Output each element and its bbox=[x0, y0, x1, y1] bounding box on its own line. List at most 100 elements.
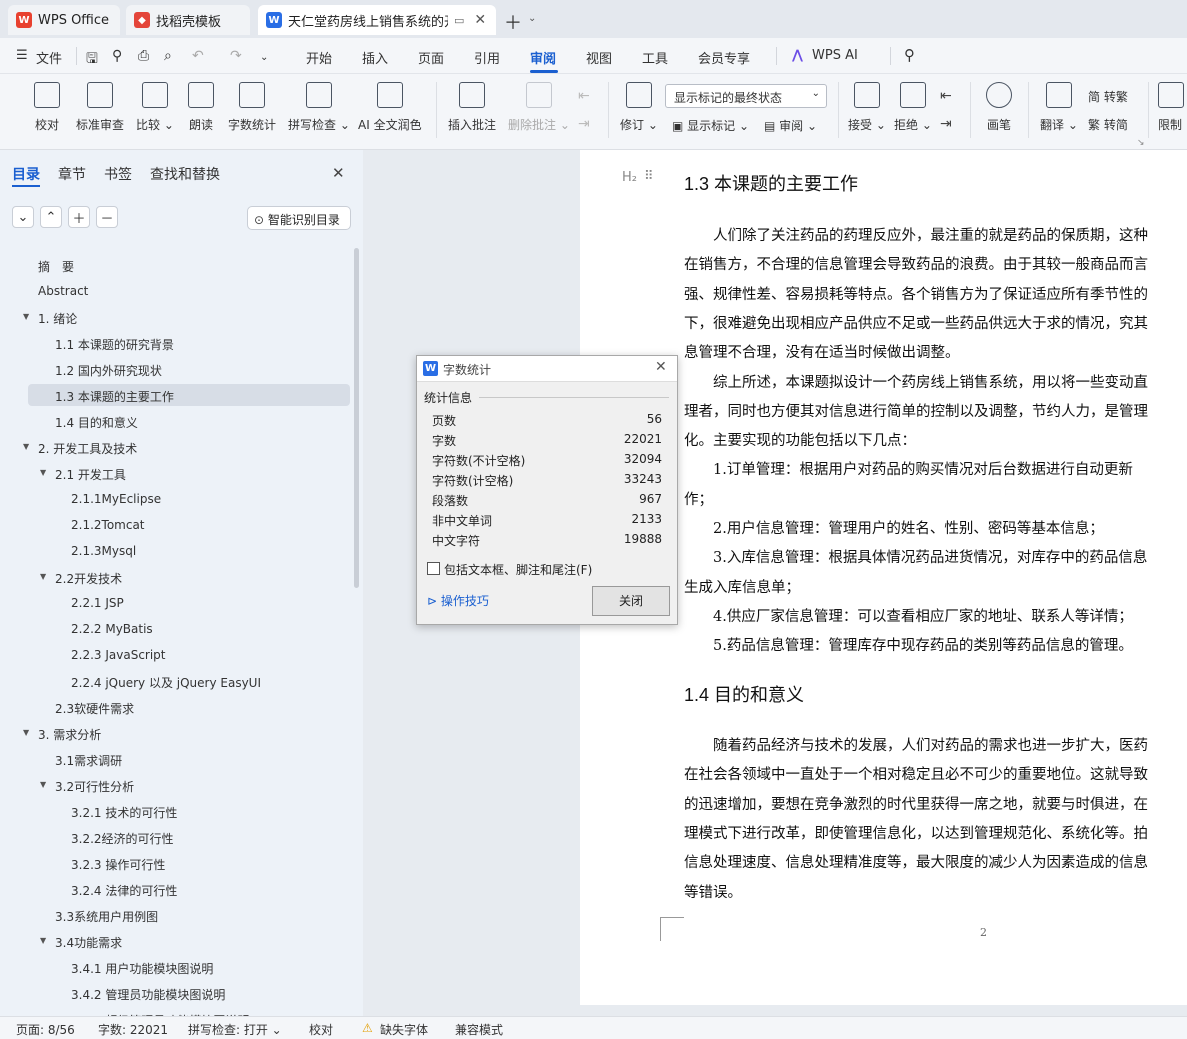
word-count-button[interactable]: 字数统计 bbox=[228, 82, 276, 133]
redo-icon[interactable]: ↷ bbox=[230, 48, 242, 64]
menu-wps-ai[interactable]: WPS AI bbox=[812, 48, 858, 63]
menu-tools[interactable]: 工具 bbox=[642, 48, 668, 67]
toc-item[interactable]: 2.1.2Tomcat bbox=[71, 518, 145, 532]
remove-heading-button[interactable]: － bbox=[96, 206, 118, 228]
pen-button[interactable]: 画笔 bbox=[986, 82, 1012, 133]
tab-docer-templates[interactable]: ◆ 找稻壳模板 bbox=[126, 5, 250, 35]
expand-triangle-icon[interactable]: ▼ bbox=[23, 312, 29, 321]
menu-start[interactable]: 开始 bbox=[306, 48, 332, 67]
toc-item[interactable]: 3.2可行性分析 bbox=[55, 778, 134, 795]
menu-member[interactable]: 会员专享 bbox=[698, 48, 750, 67]
collapse-up-button[interactable]: ⌃ bbox=[40, 206, 62, 228]
menu-view[interactable]: 视图 bbox=[586, 48, 612, 67]
next-comment-icon[interactable]: ⇥ bbox=[578, 116, 590, 132]
toc-item[interactable]: 2.1.3Mysql bbox=[71, 544, 136, 558]
search-icon[interactable]: ⚲ bbox=[904, 46, 915, 64]
insert-comment-button[interactable]: 插入批注 bbox=[448, 82, 496, 133]
share-icon[interactable]: ⚲ bbox=[112, 48, 122, 64]
word-count-status[interactable]: 字数: 22021 bbox=[98, 1021, 168, 1038]
next-change-icon[interactable]: ⇥ bbox=[940, 116, 952, 132]
scrollbar[interactable] bbox=[354, 248, 359, 588]
read-aloud-button[interactable]: 朗读 bbox=[188, 82, 214, 133]
toc-item[interactable]: 2.2.1 JSP bbox=[71, 596, 124, 610]
nav-tab-sections[interactable]: 章节 bbox=[58, 164, 86, 184]
toc-item[interactable]: 3.2.2经济的可行性 bbox=[71, 830, 174, 847]
toc-item[interactable]: 2.2.2 MyBatis bbox=[71, 622, 153, 636]
translate-button[interactable]: 翻译 ⌄ bbox=[1040, 82, 1078, 133]
close-pane-icon[interactable]: ✕ bbox=[332, 164, 345, 182]
expand-triangle-icon[interactable]: ▼ bbox=[40, 572, 46, 581]
toc-item[interactable]: 3.4.2 管理员功能模块图说明 bbox=[71, 986, 225, 1003]
menu-reference[interactable]: 引用 bbox=[474, 48, 500, 67]
tips-link[interactable]: ⊳ 操作技巧 bbox=[427, 592, 489, 609]
toc-item[interactable]: 1.1 本课题的研究背景 bbox=[55, 336, 174, 353]
ai-polish-button[interactable]: AI 全文润色 bbox=[358, 82, 422, 133]
menu-file[interactable]: 文件 bbox=[36, 48, 62, 67]
toc-item[interactable]: 3.2.1 技术的可行性 bbox=[71, 804, 177, 821]
show-markup-button[interactable]: ▣ 显示标记 ⌄ bbox=[672, 117, 749, 134]
track-changes-button[interactable]: 修订 ⌄ bbox=[620, 82, 658, 133]
restrict-button[interactable]: 限制 bbox=[1158, 82, 1187, 133]
undo-icon[interactable]: ↶ bbox=[192, 48, 204, 64]
menu-page[interactable]: 页面 bbox=[418, 48, 444, 67]
page-indicator[interactable]: 页面: 8/56 bbox=[16, 1021, 75, 1038]
prev-comment-icon[interactable]: ⇤ bbox=[578, 88, 590, 104]
expand-triangle-icon[interactable]: ▼ bbox=[23, 728, 29, 737]
chevron-down-icon[interactable]: ⌄ bbox=[528, 13, 536, 24]
chevron-down-icon[interactable]: ⌄ bbox=[260, 52, 268, 63]
to-traditional-button[interactable]: 简 转繁 bbox=[1088, 88, 1128, 105]
toc-item[interactable]: 3.1需求调研 bbox=[55, 752, 122, 769]
spell-check-button[interactable]: 拼写检查 ⌄ bbox=[288, 82, 350, 133]
drag-handle-icon[interactable]: ⠿ bbox=[644, 169, 654, 184]
save-icon[interactable]: 🖫 bbox=[86, 48, 98, 72]
accept-button[interactable]: 接受 ⌄ bbox=[848, 82, 886, 133]
toc-item[interactable]: 2.1 开发工具 bbox=[55, 466, 126, 483]
toc-item[interactable]: 2.3软硬件需求 bbox=[55, 700, 134, 717]
toc-item[interactable]: 1.2 国内外研究现状 bbox=[55, 362, 162, 379]
toc-item[interactable]: Abstract bbox=[38, 284, 88, 298]
tab-wps-office[interactable]: W WPS Office bbox=[8, 5, 120, 35]
expand-triangle-icon[interactable]: ▼ bbox=[40, 780, 46, 789]
print-icon[interactable]: ⎙ bbox=[138, 48, 149, 64]
toc-item[interactable]: 3.3系统用户用例图 bbox=[55, 908, 158, 925]
expand-triangle-icon[interactable]: ▼ bbox=[40, 468, 46, 477]
tab-document[interactable]: W 天仁堂药房线上销售系统的开 ▭ ✕ bbox=[258, 5, 496, 35]
toc-item[interactable]: 1.3 本课题的主要工作 bbox=[55, 388, 174, 405]
expand-triangle-icon[interactable]: ▼ bbox=[23, 442, 29, 451]
hamburger-icon[interactable]: ☰ bbox=[16, 48, 28, 63]
add-heading-button[interactable]: ＋ bbox=[68, 206, 90, 228]
close-icon[interactable]: ✕ bbox=[474, 12, 486, 28]
nav-tab-find-replace[interactable]: 查找和替换 bbox=[150, 164, 220, 184]
prev-change-icon[interactable]: ⇤ bbox=[940, 88, 952, 104]
monitor-icon[interactable]: ▭ bbox=[454, 14, 464, 27]
toc-item[interactable]: 2.2开发技术 bbox=[55, 570, 122, 587]
toc-item[interactable]: 3.4功能需求 bbox=[55, 934, 122, 951]
expand-down-button[interactable]: ⌄ bbox=[12, 206, 34, 228]
toc-item[interactable]: 3.4.1 用户功能模块图说明 bbox=[71, 960, 213, 977]
toc-item[interactable]: 2. 开发工具及技术 bbox=[38, 440, 137, 457]
standard-review-button[interactable]: 标准审查 bbox=[76, 82, 124, 133]
toc-item[interactable]: 2.1.1MyEclipse bbox=[71, 492, 161, 506]
nav-tab-bookmarks[interactable]: 书签 bbox=[104, 164, 132, 184]
toc-item[interactable]: 摘 要 bbox=[38, 258, 74, 275]
spell-check-status[interactable]: 拼写检查: 打开 ⌄ bbox=[188, 1021, 282, 1038]
nav-tab-toc[interactable]: 目录 bbox=[12, 164, 40, 184]
toc-item[interactable]: 1. 绪论 bbox=[38, 310, 77, 327]
new-tab-icon[interactable]: ＋ bbox=[504, 9, 522, 35]
menu-insert[interactable]: 插入 bbox=[362, 48, 388, 67]
toc-item[interactable]: 2.2.4 jQuery 以及 jQuery EasyUI bbox=[71, 674, 261, 691]
menu-review[interactable]: 审阅 bbox=[530, 48, 556, 67]
close-icon[interactable]: ✕ bbox=[655, 359, 667, 375]
missing-font-status[interactable]: 缺失字体 bbox=[380, 1021, 428, 1038]
to-simplified-button[interactable]: 繁 转简 bbox=[1088, 116, 1128, 133]
proof-status[interactable]: 校对 bbox=[309, 1021, 333, 1038]
include-textbox-checkbox[interactable] bbox=[427, 562, 440, 575]
smart-toc-button[interactable]: ⊙ 智能识别目录 bbox=[247, 206, 351, 230]
toc-item[interactable]: 3.2.4 法律的可行性 bbox=[71, 882, 177, 899]
expand-group-icon[interactable]: ↘ bbox=[1137, 138, 1145, 148]
toc-item[interactable]: 3.2.3 操作可行性 bbox=[71, 856, 165, 873]
markup-mode-select[interactable]: 显示标记的最终状态 ⌄ bbox=[665, 84, 827, 108]
review-pane-button[interactable]: ▤ 审阅 ⌄ bbox=[764, 117, 817, 134]
delete-comment-button[interactable]: 删除批注 ⌄ bbox=[508, 82, 570, 133]
toc-item[interactable]: 2.2.3 JavaScript bbox=[71, 648, 166, 662]
